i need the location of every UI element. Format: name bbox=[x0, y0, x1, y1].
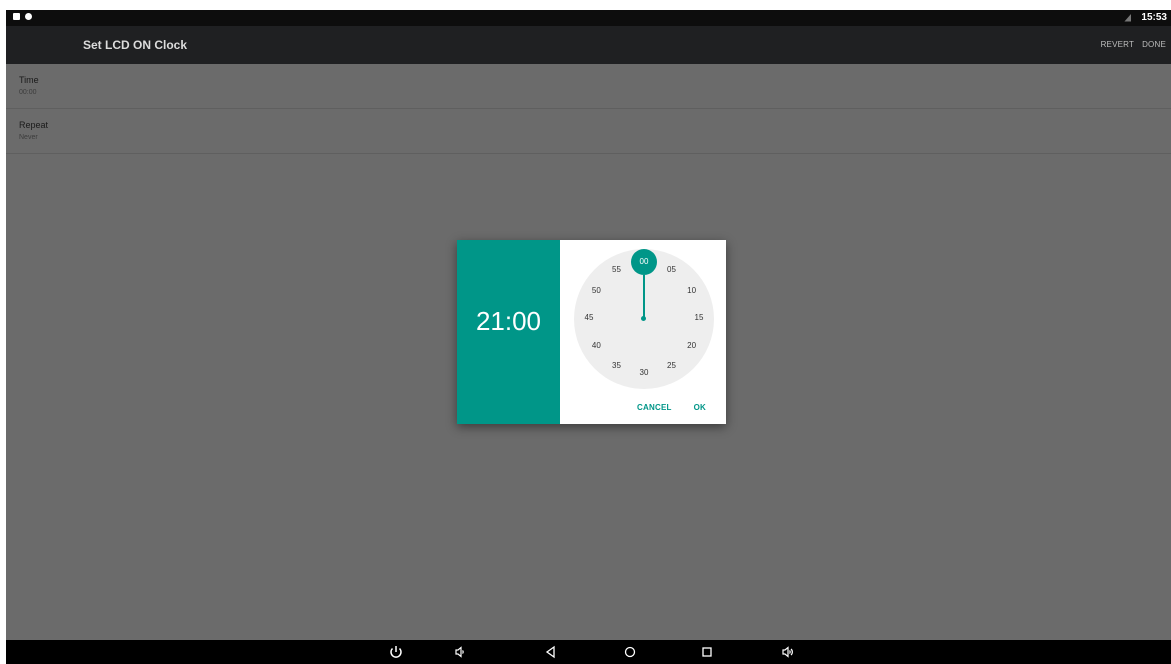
status-bar: 15:53 bbox=[6, 10, 1171, 26]
pref-summary: Never bbox=[19, 134, 38, 141]
minute-tick[interactable]: 50 bbox=[586, 286, 606, 298]
minute-tick[interactable]: 40 bbox=[586, 341, 606, 353]
minute-tick[interactable]: 55 bbox=[607, 265, 627, 277]
notification-icons bbox=[13, 13, 32, 20]
minute-tick[interactable]: 35 bbox=[607, 361, 627, 373]
clock-hand bbox=[643, 275, 645, 319]
volume-up-icon[interactable] bbox=[780, 644, 796, 660]
page-title: Set LCD ON Clock bbox=[83, 38, 188, 52]
back-icon[interactable] bbox=[543, 644, 559, 660]
nav-bar bbox=[6, 640, 1171, 664]
signal-icon bbox=[1124, 13, 1132, 22]
minute-tick[interactable]: 45 bbox=[579, 313, 599, 325]
time-picker-header: 21:00 bbox=[457, 240, 560, 424]
done-button[interactable]: DONE bbox=[1142, 40, 1166, 49]
status-time: 15:53 bbox=[1141, 12, 1167, 23]
pref-title: Time bbox=[19, 75, 39, 85]
screen: 15:53 Set LCD ON Clock REVERT DONE Time … bbox=[6, 10, 1171, 664]
clock-hand-center bbox=[641, 316, 646, 321]
time-display[interactable]: 21:00 bbox=[457, 306, 560, 337]
status-icons: 15:53 bbox=[1124, 12, 1167, 23]
selected-minute[interactable]: 00 bbox=[631, 249, 657, 275]
app-bar: Set LCD ON Clock REVERT DONE bbox=[6, 26, 1171, 64]
pref-summary: 00:00 bbox=[19, 89, 37, 96]
app-bar-actions: REVERT DONE bbox=[1101, 40, 1166, 49]
ok-button[interactable]: OK bbox=[694, 403, 706, 412]
home-icon[interactable] bbox=[622, 644, 638, 660]
minute-tick[interactable]: 30 bbox=[634, 368, 654, 380]
minute-tick[interactable]: 10 bbox=[682, 286, 702, 298]
recents-icon[interactable] bbox=[699, 644, 715, 660]
cancel-button[interactable]: CANCEL bbox=[637, 403, 672, 412]
pref-item-repeat[interactable]: Repeat Never bbox=[6, 109, 1171, 154]
revert-button[interactable]: REVERT bbox=[1101, 40, 1135, 49]
minute-tick[interactable]: 15 bbox=[689, 313, 709, 325]
pref-item-time[interactable]: Time 00:00 bbox=[6, 64, 1171, 109]
sd-card-icon bbox=[13, 13, 20, 20]
volume-down-icon[interactable] bbox=[452, 644, 468, 660]
power-icon[interactable] bbox=[388, 644, 404, 660]
time-picker-dialog: 21:00 00 05 10 15 20 25 30 35 40 45 50 55 CANCEL O… bbox=[457, 240, 726, 424]
minute-tick[interactable]: 05 bbox=[662, 265, 682, 277]
android-icon bbox=[25, 13, 32, 20]
pref-title: Repeat bbox=[19, 120, 49, 130]
minute-dial[interactable]: 00 05 10 15 20 25 30 35 40 45 50 55 bbox=[574, 249, 714, 389]
minute-tick[interactable]: 25 bbox=[662, 361, 682, 373]
minute-tick[interactable]: 20 bbox=[682, 341, 702, 353]
dialog-actions: CANCEL OK bbox=[637, 403, 706, 412]
